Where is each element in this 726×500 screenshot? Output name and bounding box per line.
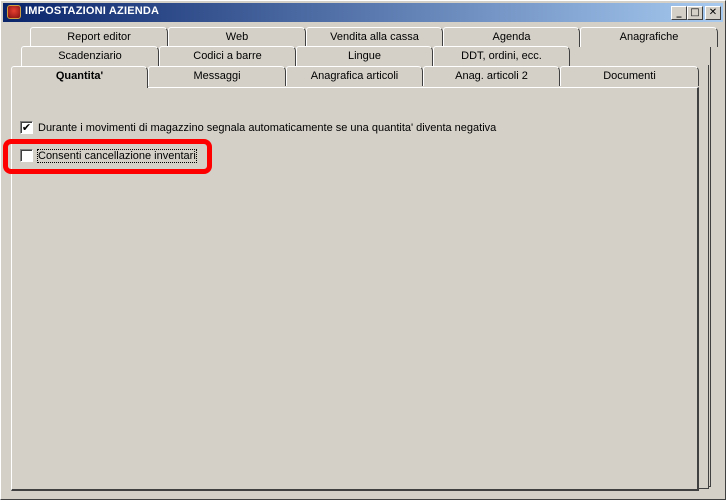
negative-quantity-option[interactable]: ✔ Durante i movimenti di magazzino segna… (20, 121, 496, 134)
tab-anagrafiche[interactable]: Anagrafiche (580, 27, 718, 47)
tab-agenda[interactable]: Agenda (443, 27, 580, 47)
maximize-button[interactable]: □ (687, 6, 703, 20)
inventory-delete-option[interactable]: Consenti cancellazione inventari (20, 148, 197, 163)
tab-ddt-ordini[interactable]: DDT, ordini, ecc. (433, 46, 570, 66)
inventory-delete-checkbox[interactable] (20, 149, 33, 162)
window-title: IMPOSTAZIONI AZIENDA (25, 5, 160, 17)
tab-report-editor[interactable]: Report editor (30, 27, 168, 47)
inventory-delete-label: Consenti cancellazione inventari (37, 148, 197, 163)
tab-documenti[interactable]: Documenti (560, 66, 699, 86)
tab-anag-articoli-2[interactable]: Anag. articoli 2 (423, 66, 560, 86)
tab-messaggi[interactable]: Messaggi (148, 66, 286, 86)
title-bar[interactable]: IMPOSTAZIONI AZIENDA _ □ ✕ (3, 3, 723, 22)
close-button[interactable]: ✕ (705, 6, 721, 20)
minimize-button[interactable]: _ (671, 6, 687, 20)
app-icon (7, 5, 21, 19)
negative-quantity-label: Durante i movimenti di magazzino segnala… (38, 121, 497, 134)
quantita-panel: ✔ Durante i movimenti di magazzino segna… (11, 87, 699, 491)
tab-vendita-alla-cassa[interactable]: Vendita alla cassa (306, 27, 443, 47)
tab-lingue[interactable]: Lingue (296, 46, 433, 66)
tab-codici-a-barre[interactable]: Codici a barre (159, 46, 296, 66)
settings-window: IMPOSTAZIONI AZIENDA _ □ ✕ Report editor… (0, 0, 726, 500)
tab-web[interactable]: Web (168, 27, 306, 47)
tab-anagrafica-articoli[interactable]: Anagrafica articoli (286, 66, 423, 86)
tab-scadenziario[interactable]: Scadenziario (21, 46, 159, 66)
negative-quantity-checkbox[interactable]: ✔ (20, 121, 33, 134)
tab-quantita[interactable]: Quantita' (11, 66, 148, 88)
